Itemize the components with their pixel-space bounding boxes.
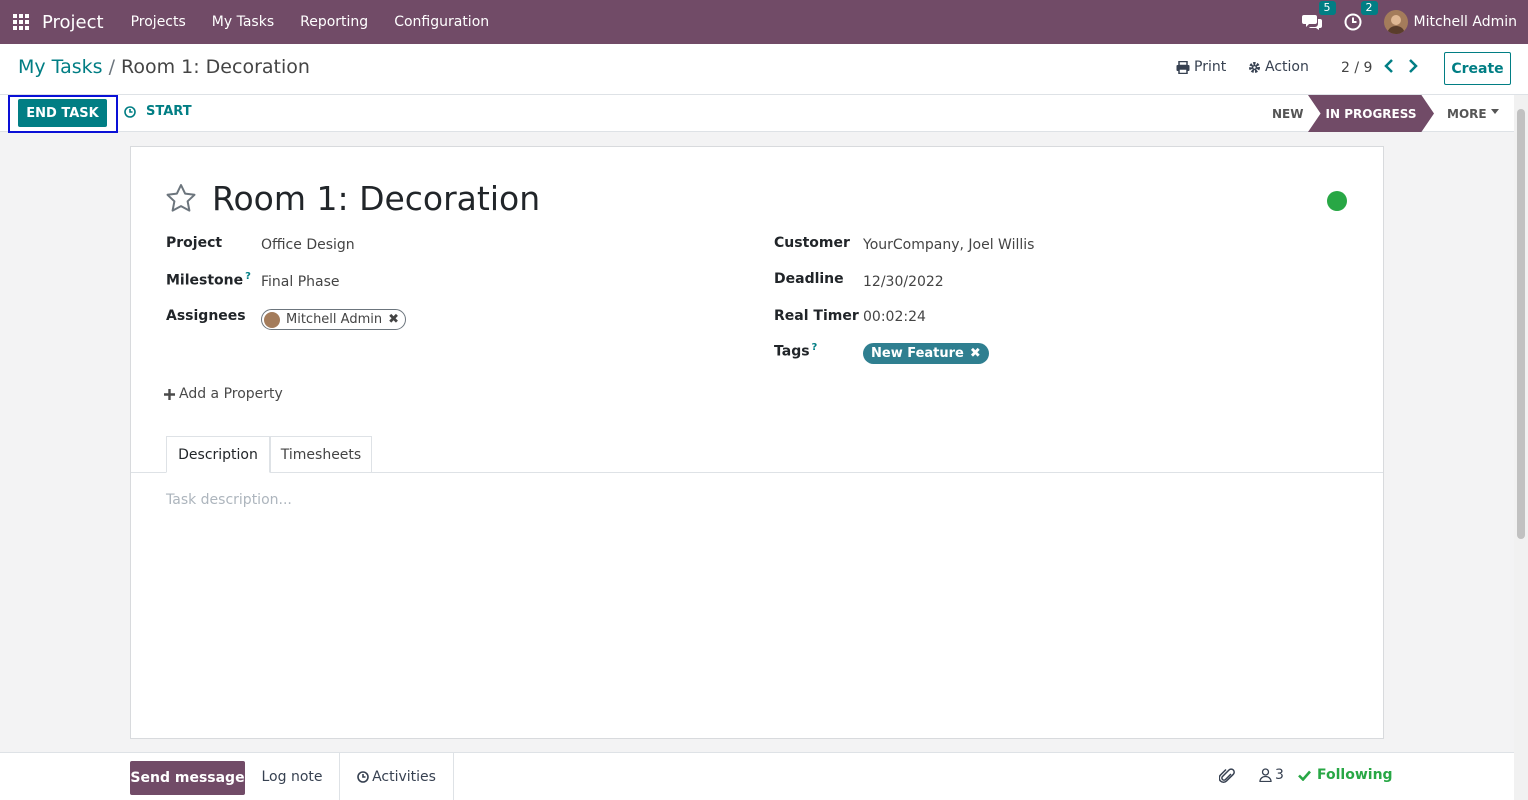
messages-button[interactable]: 5 <box>1301 1 1336 31</box>
activities-label: Activities <box>372 768 436 785</box>
assignees-label: Assignees <box>166 308 246 324</box>
paperclip-icon <box>1219 768 1235 783</box>
activities-button[interactable]: 2 <box>1344 1 1378 31</box>
real-timer-label: Real Timer <box>774 308 859 324</box>
tag-label: New Feature <box>871 346 964 361</box>
project-field[interactable]: Office Design <box>261 237 355 253</box>
stage-more-label: MORE <box>1447 106 1487 121</box>
real-timer-value: 00:02:24 <box>863 309 926 325</box>
clock-icon <box>124 105 136 118</box>
log-note-button[interactable]: Log note <box>245 753 340 800</box>
menu-reporting[interactable]: Reporting <box>287 14 381 30</box>
activities-count-badge: 2 <box>1360 1 1378 15</box>
start-button[interactable]: START <box>124 104 192 119</box>
pager-next-icon[interactable] <box>1408 58 1418 77</box>
clock-icon <box>357 770 369 783</box>
breadcrumb-separator: / <box>108 56 115 78</box>
assignee-chip[interactable]: Mitchell Admin ✖ <box>261 309 407 330</box>
assignee-name: Mitchell Admin <box>286 312 383 327</box>
caret-down-icon <box>1490 109 1499 114</box>
star-priority-icon[interactable] <box>165 183 197 213</box>
check-icon <box>1298 770 1311 781</box>
chatter-bar: Send message Log note Activities 3 Follo… <box>0 752 1514 800</box>
followers-count: 3 <box>1275 767 1284 783</box>
kanban-state-indicator[interactable] <box>1327 191 1347 211</box>
messages-count-badge: 5 <box>1318 1 1336 15</box>
tags-label: Tags? <box>774 342 817 360</box>
task-title[interactable]: Room 1: Decoration <box>212 179 540 218</box>
plus-icon <box>164 388 175 400</box>
action-label: Action <box>1265 59 1309 75</box>
following-label: Following <box>1317 767 1393 783</box>
create-button[interactable]: Create <box>1444 52 1511 85</box>
task-description-editor[interactable]: Task description... <box>166 492 292 508</box>
gear-icon <box>1249 61 1260 73</box>
followers-button[interactable]: 3 <box>1259 767 1284 783</box>
send-message-button[interactable]: Send message <box>130 761 245 795</box>
remove-tag-icon[interactable]: ✖ <box>970 346 981 361</box>
user-avatar <box>1383 10 1408 34</box>
tags-help-icon[interactable]: ? <box>812 342 818 353</box>
scrollbar-thumb[interactable] <box>1517 109 1525 539</box>
activities-button[interactable]: Activities <box>340 753 454 800</box>
status-bar: END TASK START NEW IN PROGRESS MORE <box>0 95 1514 133</box>
tags-label-text: Tags <box>774 343 810 360</box>
stage-more-dropdown[interactable]: MORE <box>1447 95 1499 132</box>
breadcrumb: My Tasks / Room 1: Decoration <box>18 56 310 78</box>
menu-my-tasks[interactable]: My Tasks <box>199 14 287 30</box>
deadline-label: Deadline <box>774 271 844 287</box>
menu-configuration[interactable]: Configuration <box>381 14 502 30</box>
tab-timesheets[interactable]: Timesheets <box>270 436 372 473</box>
end-task-button[interactable]: END TASK <box>18 99 107 127</box>
milestone-field[interactable]: Final Phase <box>261 274 340 290</box>
add-property-button[interactable]: Add a Property <box>164 386 283 402</box>
assignee-avatar <box>264 311 280 328</box>
pager-value[interactable]: 2 / 9 <box>1341 60 1372 76</box>
tab-description[interactable]: Description <box>166 436 270 473</box>
start-label: START <box>146 104 192 119</box>
print-button[interactable]: Print <box>1176 59 1226 75</box>
milestone-label-text: Milestone <box>166 272 244 289</box>
print-icon <box>1176 60 1190 74</box>
task-form-sheet: Room 1: Decoration Project Office Design… <box>130 146 1384 739</box>
control-panel: My Tasks / Room 1: Decoration Print Action… <box>0 44 1528 95</box>
milestone-label: Milestone? <box>166 271 251 289</box>
apps-menu-icon[interactable] <box>13 14 29 30</box>
breadcrumb-my-tasks[interactable]: My Tasks <box>18 56 103 78</box>
stage-new[interactable]: NEW <box>1272 95 1303 132</box>
tag-chip[interactable]: New Feature ✖ <box>863 343 989 364</box>
user-icon <box>1259 768 1272 782</box>
chat-bubbles-icon <box>1301 15 1322 30</box>
print-label: Print <box>1194 59 1227 75</box>
top-navbar: Project Projects My Tasks Reporting Conf… <box>0 0 1528 44</box>
menu-projects[interactable]: Projects <box>118 14 199 30</box>
following-button[interactable]: Following <box>1298 767 1393 783</box>
attachments-button[interactable] <box>1219 767 1235 785</box>
customer-field[interactable]: YourCompany, Joel Willis <box>863 237 1034 253</box>
add-property-label: Add a Property <box>179 386 283 402</box>
page-scrollbar[interactable] <box>1514 95 1528 800</box>
user-name: Mitchell Admin <box>1413 14 1518 30</box>
breadcrumb-current: Room 1: Decoration <box>121 56 310 78</box>
user-menu[interactable]: Mitchell Admin <box>1383 10 1518 34</box>
app-name[interactable]: Project <box>42 12 104 33</box>
remove-assignee-icon[interactable]: ✖ <box>388 312 399 327</box>
action-button[interactable]: Action <box>1248 59 1309 75</box>
project-label: Project <box>166 235 223 251</box>
milestone-help-icon[interactable]: ? <box>245 271 251 282</box>
clock-icon <box>1344 13 1361 31</box>
deadline-field[interactable]: 12/30/2022 <box>863 274 944 290</box>
customer-label: Customer <box>774 235 850 251</box>
pager-previous-icon[interactable] <box>1384 58 1394 77</box>
stage-in-progress[interactable]: IN PROGRESS <box>1308 95 1434 132</box>
